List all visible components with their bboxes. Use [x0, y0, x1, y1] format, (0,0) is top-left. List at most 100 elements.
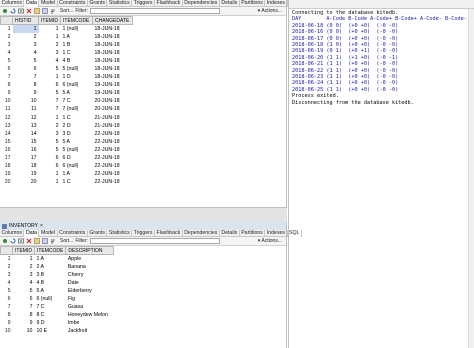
- table-cell[interactable]: 7 C: [61, 97, 93, 105]
- table-cell[interactable]: Elderberry: [66, 287, 114, 295]
- table-cell[interactable]: 5: [13, 287, 35, 295]
- table-cell[interactable]: 4: [39, 57, 61, 65]
- table-cell[interactable]: 20: [13, 178, 39, 186]
- table-cell[interactable]: Guava: [66, 303, 114, 311]
- table-cell[interactable]: 3 B: [34, 271, 65, 279]
- tab-model[interactable]: Model: [39, 229, 58, 237]
- table-cell[interactable]: 6: [39, 154, 61, 162]
- tab-details[interactable]: Details: [220, 0, 240, 7]
- sort-icon[interactable]: [50, 238, 56, 244]
- sort-button[interactable]: Sort...: [60, 238, 73, 244]
- actions-menu[interactable]: ▾ Actions...: [258, 8, 282, 14]
- table-cell[interactable]: 1: [39, 33, 61, 41]
- tab-data[interactable]: Data: [24, 0, 40, 7]
- table-cell[interactable]: 5 (null): [61, 65, 93, 73]
- table-cell[interactable]: Fig: [66, 295, 114, 303]
- table-cell[interactable]: 19: [13, 170, 39, 178]
- table-cell[interactable]: 6: [39, 162, 61, 170]
- table-cell[interactable]: 2: [39, 41, 61, 49]
- table-cell[interactable]: 5 A: [34, 287, 65, 295]
- table-cell[interactable]: 8 C: [34, 311, 65, 319]
- table-row[interactable]: 10 10 10 E Jackfruit: [1, 327, 114, 335]
- table-cell[interactable]: Imbe: [66, 319, 114, 327]
- tab-model[interactable]: Model: [39, 0, 58, 7]
- table-cell[interactable]: 10: [13, 97, 39, 105]
- table-cell[interactable]: 18-JUN-18: [93, 33, 133, 41]
- table-cell[interactable]: 6 D: [61, 154, 93, 162]
- table-cell[interactable]: 7: [39, 97, 61, 105]
- actions-menu[interactable]: ▾ Actions...: [258, 238, 282, 244]
- table-row[interactable]: 3321 B 18-JUN-18: [1, 41, 133, 49]
- table-row[interactable]: 14 14 3 3 D 22-JUN-18: [1, 130, 133, 138]
- table-cell[interactable]: 8: [13, 81, 39, 89]
- column-header-description[interactable]: DESCRIPTION: [65, 246, 115, 255]
- table-row[interactable]: 19 19 1 1 A 22-JUN-18: [1, 170, 133, 178]
- table-cell[interactable]: 22-JUN-18: [93, 154, 133, 162]
- table-cell[interactable]: 9: [13, 89, 39, 97]
- table-row[interactable]: 333 B Cherry: [1, 271, 114, 279]
- table-row[interactable]: 13 13 2 2 D 21-JUN-18: [1, 122, 133, 130]
- filter-input[interactable]: [89, 8, 220, 14]
- table-row[interactable]: 555 A Elderberry: [1, 287, 114, 295]
- table-cell[interactable]: Honeydew Melon: [66, 311, 114, 319]
- refresh-icon[interactable]: [10, 238, 16, 244]
- tab-details[interactable]: Details: [220, 229, 240, 237]
- table-cell[interactable]: 2 A: [34, 263, 65, 271]
- table-row[interactable]: 1111 (null) 18-JUN-18: [1, 24, 133, 33]
- table-cell[interactable]: 1 A: [34, 255, 65, 263]
- table-row[interactable]: 11 11 7 7 (null) 20-JUN-18: [1, 105, 133, 113]
- rollback-icon[interactable]: [42, 8, 48, 14]
- table-cell[interactable]: 1: [13, 255, 35, 263]
- table-row[interactable]: 444 B Date: [1, 279, 114, 287]
- table-cell[interactable]: 18-JUN-18: [93, 41, 133, 49]
- tab-columns[interactable]: Columns: [0, 229, 25, 237]
- tab-data[interactable]: Data: [24, 229, 40, 237]
- pin-icon[interactable]: [2, 8, 8, 14]
- table-cell[interactable]: 1 A: [61, 170, 93, 178]
- table-cell[interactable]: 22-JUN-18: [93, 170, 133, 178]
- table-cell[interactable]: 22-JUN-18: [93, 178, 133, 186]
- filter-input[interactable]: [89, 238, 220, 244]
- table-row[interactable]: 18 18 6 6 (null) 22-JUN-18: [1, 162, 133, 170]
- table-cell[interactable]: 21-JUN-18: [93, 122, 133, 130]
- delete-row-icon[interactable]: [26, 8, 32, 14]
- table-cell[interactable]: 12: [13, 114, 39, 122]
- tab-statistics[interactable]: Statistics: [107, 229, 133, 237]
- table-row[interactable]: 777 C Guava: [1, 303, 114, 311]
- table-cell[interactable]: 20-JUN-18: [93, 105, 133, 113]
- table-cell[interactable]: 5: [39, 146, 61, 154]
- table-cell[interactable]: 1: [39, 178, 61, 186]
- sort-icon[interactable]: [50, 8, 56, 14]
- table-cell[interactable]: 1 D: [61, 73, 93, 81]
- pin-icon[interactable]: [2, 238, 8, 244]
- table-cell[interactable]: Date: [66, 279, 114, 287]
- table-row[interactable]: 999 D Imbe: [1, 319, 114, 327]
- table-cell[interactable]: 10: [13, 327, 35, 335]
- table-cell[interactable]: 4: [13, 279, 35, 287]
- table-cell[interactable]: 4 B: [61, 57, 93, 65]
- table-cell[interactable]: 22-JUN-18: [93, 146, 133, 154]
- table-cell[interactable]: 3: [39, 49, 61, 57]
- table-cell[interactable]: 1 B: [61, 41, 93, 49]
- table-cell[interactable]: 18-JUN-18: [93, 49, 133, 57]
- rollback-icon[interactable]: [42, 238, 48, 244]
- table-cell[interactable]: 6: [39, 81, 61, 89]
- column-header-itemcode[interactable]: ITEMCODE: [60, 16, 93, 25]
- table-cell[interactable]: Cherry: [66, 271, 114, 279]
- table-cell[interactable]: 7 (null): [61, 105, 93, 113]
- table-cell[interactable]: 19-JUN-18: [93, 89, 133, 97]
- table-cell[interactable]: 1: [39, 170, 61, 178]
- tab-flashback[interactable]: Flashback: [155, 229, 183, 237]
- commit-icon[interactable]: [34, 8, 40, 14]
- table-row[interactable]: 7711 D 18-JUN-18: [1, 73, 133, 81]
- sort-button[interactable]: Sort...: [60, 8, 73, 14]
- table-cell[interactable]: 1: [12, 24, 39, 33]
- table-cell[interactable]: 9: [13, 319, 35, 327]
- table-cell[interactable]: 18-JUN-18: [93, 73, 133, 81]
- table-cell[interactable]: 7: [13, 303, 35, 311]
- tab-triggers[interactable]: Triggers: [132, 0, 156, 7]
- delete-row-icon[interactable]: [26, 238, 32, 244]
- table-cell[interactable]: 7: [39, 105, 61, 113]
- tab-grants[interactable]: Grants: [88, 229, 108, 237]
- vertical-scrollbar[interactable]: [468, 9, 474, 348]
